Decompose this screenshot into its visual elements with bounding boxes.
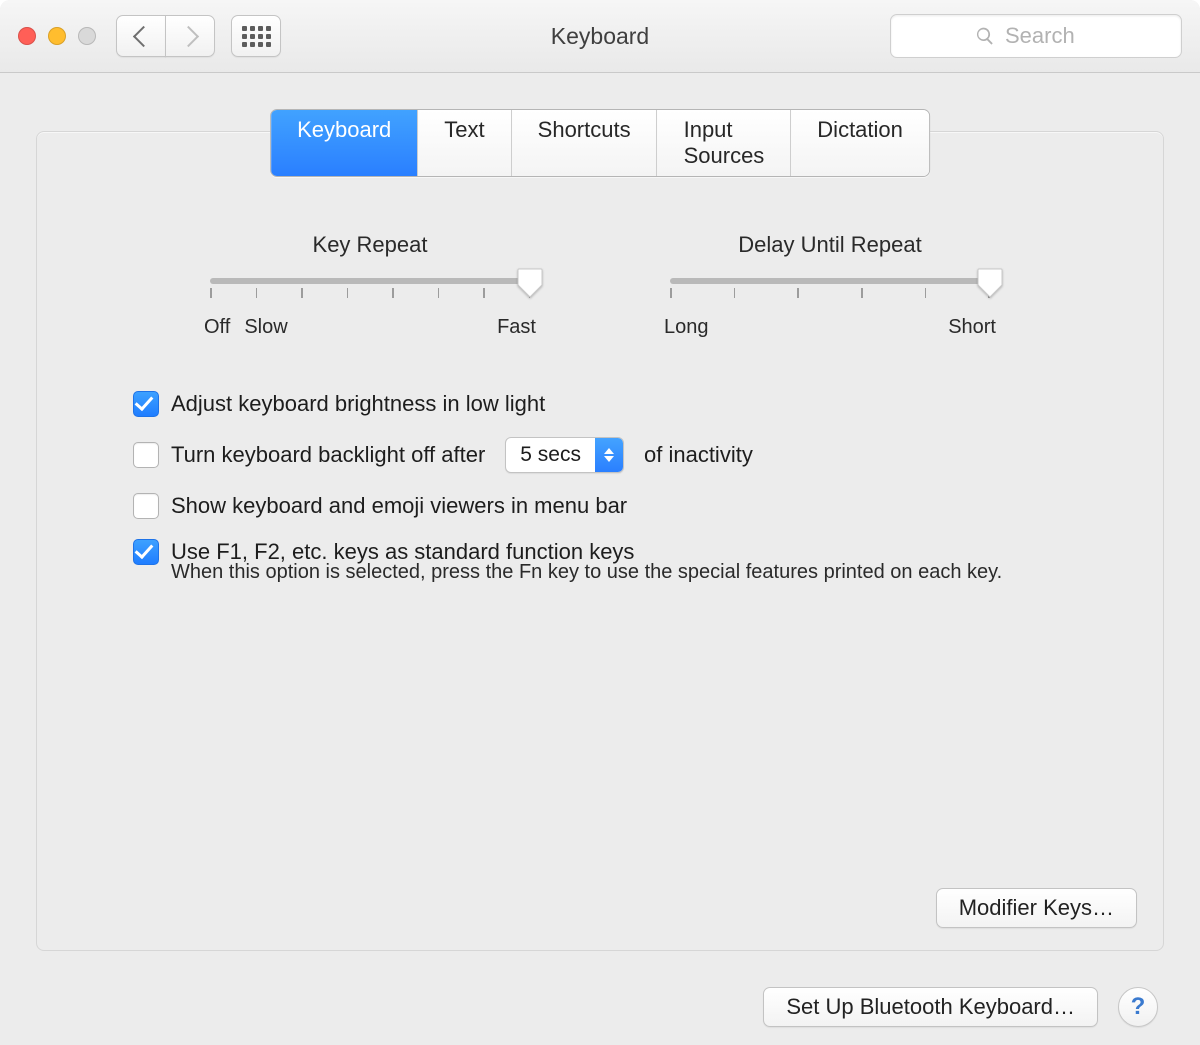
key-repeat-labels: Off Slow Fast [204, 316, 536, 339]
backlight-timeout-select[interactable]: 5 secs [505, 437, 624, 473]
back-button[interactable] [116, 15, 166, 57]
slider-ticks [210, 288, 530, 298]
window: Keyboard Keyboard Text Shortcuts Input S… [0, 0, 1200, 1045]
tab-text[interactable]: Text [418, 110, 511, 176]
forward-button[interactable] [165, 15, 215, 57]
slider-ticks [670, 288, 990, 298]
delay-group: Delay Until Repeat Long Short [660, 232, 1000, 339]
tab-keyboard[interactable]: Keyboard [271, 110, 418, 176]
tab-dictation[interactable]: Dictation [791, 110, 929, 176]
chevron-right-icon [177, 25, 198, 46]
checkbox-adjust-brightness[interactable] [133, 391, 159, 417]
slider-track [210, 278, 530, 284]
search-field[interactable] [890, 14, 1182, 58]
label-long: Long [664, 316, 709, 339]
checkbox-fn-keys[interactable] [133, 539, 159, 565]
window-controls [18, 27, 96, 45]
label-adjust-brightness: Adjust keyboard brightness in low light [171, 391, 545, 417]
chevron-left-icon [132, 25, 153, 46]
key-repeat-slider[interactable] [210, 276, 530, 310]
tab-shortcuts[interactable]: Shortcuts [512, 110, 658, 176]
label-show-viewers: Show keyboard and emoji viewers in menu … [171, 493, 627, 519]
sliders: Key Repeat Off Slow Fast [37, 232, 1163, 339]
label-short: Short [948, 316, 996, 339]
label-slow: Slow [244, 316, 287, 339]
key-repeat-group: Key Repeat Off Slow Fast [200, 232, 540, 339]
label-backlight-suffix: of inactivity [644, 442, 753, 468]
body: Keyboard Text Shortcuts Input Sources Di… [0, 73, 1200, 1045]
search-input[interactable] [1003, 22, 1097, 50]
nav-buttons [116, 15, 281, 57]
show-all-button[interactable] [231, 15, 281, 57]
bluetooth-keyboard-button[interactable]: Set Up Bluetooth Keyboard… [763, 987, 1098, 1027]
row-backlight-off: Turn keyboard backlight off after 5 secs… [133, 437, 1163, 473]
delay-slider[interactable] [670, 276, 990, 310]
tab-bar: Keyboard Text Shortcuts Input Sources Di… [270, 109, 930, 177]
close-icon[interactable] [18, 27, 36, 45]
slider-thumb[interactable] [517, 268, 543, 298]
footer: Set Up Bluetooth Keyboard… ? [0, 987, 1200, 1027]
label-backlight-prefix: Turn keyboard backlight off after [171, 442, 485, 468]
row-adjust-brightness: Adjust keyboard brightness in low light [133, 391, 1163, 417]
delay-title: Delay Until Repeat [660, 232, 1000, 258]
titlebar: Keyboard [0, 0, 1200, 73]
slider-thumb[interactable] [977, 268, 1003, 298]
backlight-timeout-value: 5 secs [506, 438, 595, 472]
row-show-viewers: Show keyboard and emoji viewers in menu … [133, 493, 1163, 519]
checkbox-backlight-off[interactable] [133, 442, 159, 468]
hint-fn-keys: When this option is selected, press the … [171, 561, 1163, 584]
label-fast: Fast [497, 316, 536, 339]
modifier-keys-area: Modifier Keys… [936, 888, 1137, 928]
delay-labels: Long Short [664, 316, 996, 339]
help-button[interactable]: ? [1118, 987, 1158, 1027]
select-stepper-icon [595, 438, 623, 472]
zoom-icon[interactable] [78, 27, 96, 45]
search-icon [975, 26, 995, 46]
modifier-keys-button[interactable]: Modifier Keys… [936, 888, 1137, 928]
label-off: Off [204, 316, 230, 339]
panel: Key Repeat Off Slow Fast [36, 131, 1164, 951]
options: Adjust keyboard brightness in low light … [133, 391, 1163, 584]
tab-input-sources[interactable]: Input Sources [658, 110, 792, 176]
help-icon: ? [1131, 993, 1146, 1021]
minimize-icon[interactable] [48, 27, 66, 45]
slider-track [670, 278, 990, 284]
key-repeat-title: Key Repeat [200, 232, 540, 258]
grid-icon [242, 26, 271, 47]
checkbox-show-viewers[interactable] [133, 493, 159, 519]
